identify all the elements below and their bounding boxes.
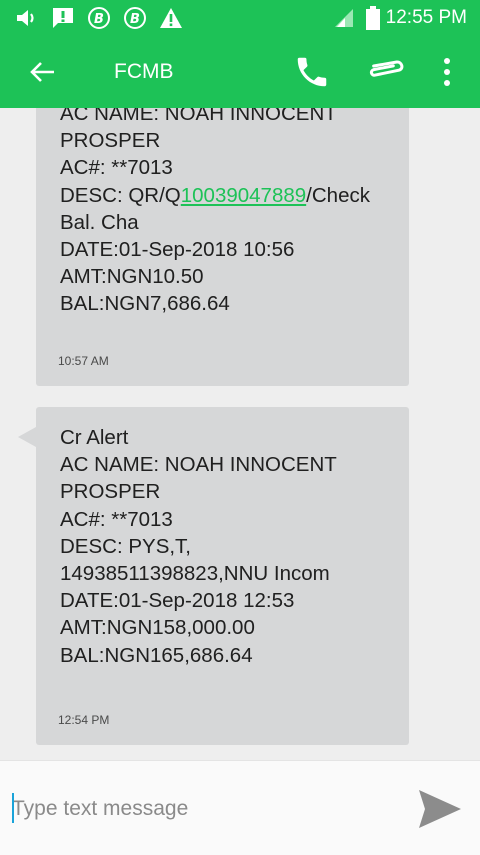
send-icon[interactable] bbox=[412, 783, 468, 835]
text-cursor bbox=[12, 793, 14, 823]
phone-number-link[interactable]: 10039047889 bbox=[181, 184, 306, 207]
message-input[interactable] bbox=[12, 789, 392, 829]
compose-bar bbox=[0, 760, 480, 855]
bbm-icon: B bbox=[122, 6, 148, 30]
attachment-icon[interactable] bbox=[360, 52, 408, 92]
message-bubble[interactable]: AC NAME: NOAH INNOCENT PROSPER AC#: **70… bbox=[36, 108, 409, 386]
status-time: 12:55 PM bbox=[385, 7, 467, 28]
svg-text:B: B bbox=[94, 12, 104, 27]
volume-icon bbox=[14, 6, 40, 30]
phone-icon[interactable] bbox=[290, 52, 334, 92]
conversation-title: FCMB bbox=[114, 60, 174, 83]
signal-icon bbox=[332, 6, 356, 30]
message-text: AC NAME: NOAH INNOCENT PROSPER AC#: **70… bbox=[60, 108, 370, 316]
message-list[interactable]: AC NAME: NOAH INNOCENT PROSPER AC#: **70… bbox=[0, 108, 480, 760]
back-arrow-icon[interactable] bbox=[22, 54, 62, 90]
message-bubble[interactable]: Cr Alert AC NAME: NOAH INNOCENT PROSPER … bbox=[18, 407, 409, 745]
top-bar: B B 12:55 PM FCMB bbox=[0, 0, 480, 108]
bbm-icon: B bbox=[86, 6, 112, 30]
bubble-tail bbox=[18, 427, 36, 447]
battery-icon bbox=[364, 6, 382, 30]
message-text: Cr Alert AC NAME: NOAH INNOCENT PROSPER … bbox=[60, 426, 337, 667]
status-bar: B B 12:55 PM bbox=[0, 0, 480, 36]
message-timestamp: 12:54 PM bbox=[58, 713, 110, 727]
app-bar: FCMB bbox=[0, 36, 480, 108]
svg-text:B: B bbox=[130, 12, 140, 27]
warning-icon bbox=[158, 6, 184, 30]
alert-message-icon bbox=[50, 6, 76, 30]
more-vertical-icon[interactable] bbox=[436, 52, 458, 92]
message-timestamp: 10:57 AM bbox=[58, 354, 109, 368]
